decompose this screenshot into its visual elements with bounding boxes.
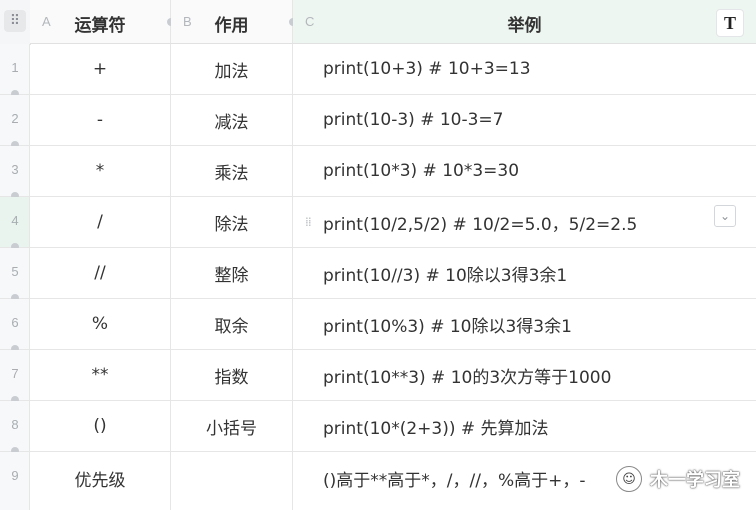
example-cell-text: print(10/2,5/2) # 10/2=5.0，5/2=2.5 (323, 214, 638, 235)
row-number: 8 (11, 417, 19, 432)
column-header-a[interactable]: A 运算符 (30, 0, 171, 44)
operator-cell[interactable]: ** (30, 350, 171, 400)
example-cell[interactable]: print(10*(2+3)) # 先算加法 (293, 401, 756, 451)
description-cell[interactable]: 除法 (171, 197, 293, 247)
example-cell[interactable]: print(10-3) # 10-3=7 (293, 95, 756, 145)
example-cell[interactable]: print(10//3) # 10除以3得3余1 (293, 248, 756, 298)
operator-cell[interactable]: () (30, 401, 171, 451)
description-cell[interactable]: 减法 (171, 95, 293, 145)
example-cell[interactable]: print(10*3) # 10*3=30 (293, 146, 756, 196)
watermark: ☺ 木一学习室 (616, 466, 740, 492)
description-cell[interactable]: 乘法 (171, 146, 293, 196)
text-type-icon[interactable]: T (716, 9, 744, 37)
row-number: 6 (11, 315, 19, 330)
row-number: 7 (11, 366, 19, 381)
column-title: 举例 (507, 16, 542, 36)
row-number: 5 (11, 264, 19, 279)
example-cell[interactable]: print(10+3) # 10+3=13 (293, 44, 756, 94)
table-row: 5 // 整除 print(10//3) # 10除以3得3余1 (0, 248, 756, 302)
table-row: 7 ** 指数 print(10**3) # 10的3次方等于1000 (0, 350, 756, 404)
table-row: 8 () 小括号 print(10*(2+3)) # 先算加法 (0, 401, 756, 455)
wechat-icon: ☺ (616, 466, 642, 492)
description-cell[interactable]: 整除 (171, 248, 293, 298)
table-row: 4 / 除法 ⁞⁞ print(10/2,5/2) # 10/2=5.0，5/2… (0, 197, 756, 251)
row-header[interactable]: 7 (0, 350, 30, 404)
operator-cell[interactable]: 优先级 (30, 452, 171, 510)
row-number: 3 (11, 162, 19, 177)
table-row: 1 + 加法 print(10+3) # 10+3=13 (0, 44, 756, 98)
row-number: 1 (11, 60, 19, 75)
column-title: 运算符 (74, 16, 126, 36)
description-cell[interactable]: 小括号 (171, 401, 293, 451)
row-header[interactable]: 9 (0, 452, 30, 510)
row-header[interactable]: 5 (0, 248, 30, 302)
operator-cell[interactable]: % (30, 299, 171, 349)
description-cell[interactable]: 指数 (171, 350, 293, 400)
operator-cell[interactable]: // (30, 248, 171, 298)
table-row: 6 % 取余 print(10%3) # 10除以3得3余1 (0, 299, 756, 353)
grip-icon[interactable]: ⠿ (4, 10, 26, 32)
row-number: 2 (11, 111, 19, 126)
example-cell-selected[interactable]: ⁞⁞ print(10/2,5/2) # 10/2=5.0，5/2=2.5 ⌄ (293, 197, 756, 247)
column-title: 作用 (214, 16, 249, 36)
spreadsheet: ⠿ A 运算符 B 作用 C 举例 T 1 + 加法 print(10+3) #… (0, 0, 756, 510)
watermark-text: 木一学习室 (650, 470, 740, 491)
operator-cell[interactable]: + (30, 44, 171, 94)
description-cell[interactable]: 取余 (171, 299, 293, 349)
description-cell[interactable]: 加法 (171, 44, 293, 94)
row-number: 9 (11, 468, 19, 483)
row-header[interactable]: 4 (0, 197, 30, 251)
select-all-corner[interactable]: ⠿ (0, 0, 31, 45)
table-row: 3 * 乘法 print(10*3) # 10*3=30 (0, 146, 756, 200)
table-row: 2 - 减法 print(10-3) # 10-3=7 (0, 95, 756, 149)
column-header-b[interactable]: B 作用 (171, 0, 293, 44)
column-header-row: ⠿ A 运算符 B 作用 C 举例 T (0, 0, 756, 45)
operator-cell[interactable]: * (30, 146, 171, 196)
operator-cell[interactable]: - (30, 95, 171, 145)
description-cell[interactable] (171, 452, 293, 510)
operator-cell[interactable]: / (30, 197, 171, 247)
row-header[interactable]: 8 (0, 401, 30, 455)
example-cell[interactable]: print(10%3) # 10除以3得3余1 (293, 299, 756, 349)
row-header[interactable]: 3 (0, 146, 30, 200)
drag-handle-icon[interactable]: ⁞⁞ (305, 215, 312, 229)
row-header[interactable]: 2 (0, 95, 30, 149)
chevron-down-icon[interactable]: ⌄ (714, 205, 736, 227)
row-header[interactable]: 6 (0, 299, 30, 353)
column-header-c[interactable]: C 举例 T (293, 0, 756, 44)
row-header[interactable]: 1 (0, 44, 30, 98)
row-number: 4 (11, 213, 19, 228)
example-cell[interactable]: print(10**3) # 10的3次方等于1000 (293, 350, 756, 400)
